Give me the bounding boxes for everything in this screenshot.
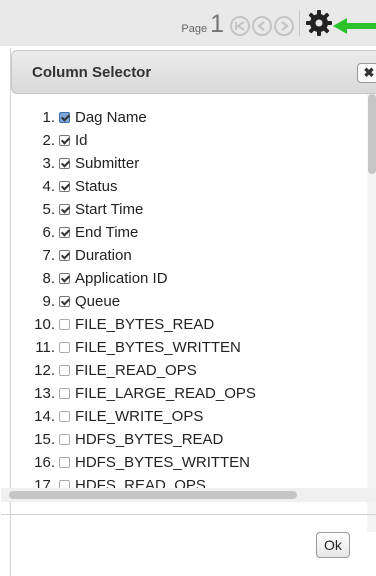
column-option[interactable]: 12. FILE_READ_OPS xyxy=(11,359,366,382)
column-option[interactable]: 10. FILE_BYTES_READ xyxy=(11,313,366,336)
column-label: FILE_WRITE_OPS xyxy=(75,408,204,425)
column-label: Start Time xyxy=(75,201,144,218)
prev-page-icon[interactable] xyxy=(252,16,272,36)
column-number: 7. xyxy=(42,247,55,264)
page-number: 1 xyxy=(210,10,224,38)
column-option[interactable]: 4. Status xyxy=(11,175,366,198)
horizontal-scroll-thumb[interactable] xyxy=(9,491,297,499)
column-number: 8. xyxy=(42,270,55,287)
horizontal-scrollbar[interactable] xyxy=(1,488,376,502)
column-checkbox[interactable] xyxy=(59,135,70,146)
column-number: 14. xyxy=(34,408,55,425)
column-list: 1. Dag Name 2. Id 3. Submitter 4. Status 5. Start… xyxy=(11,102,366,497)
column-checkbox[interactable] xyxy=(59,365,70,376)
gear-icon[interactable] xyxy=(304,8,334,38)
column-checkbox[interactable] xyxy=(59,411,70,422)
column-option[interactable]: 2. Id xyxy=(11,129,366,152)
column-checkbox[interactable] xyxy=(59,181,70,192)
column-label: Submitter xyxy=(75,155,140,172)
next-page-icon[interactable] xyxy=(274,16,294,36)
column-option[interactable]: 11. FILE_BYTES_WRITTEN xyxy=(11,336,366,359)
ok-button[interactable]: Ok xyxy=(316,532,350,558)
pager-bar: Page 1 xyxy=(0,0,376,46)
column-checkbox[interactable] xyxy=(59,227,70,238)
toolbar-divider xyxy=(299,10,300,36)
column-option[interactable]: 13. FILE_LARGE_READ_OPS xyxy=(11,382,366,405)
column-number: 4. xyxy=(42,178,55,195)
column-checkbox[interactable] xyxy=(59,273,70,284)
column-option[interactable]: 14. FILE_WRITE_OPS xyxy=(11,405,366,428)
column-label: Duration xyxy=(75,247,132,264)
column-label: Queue xyxy=(75,293,121,310)
column-option[interactable]: 7. Duration xyxy=(11,244,366,267)
column-number: 1. xyxy=(42,109,55,126)
column-number: 15. xyxy=(34,431,55,448)
close-button[interactable]: ✖ xyxy=(357,63,376,83)
column-option[interactable]: 5. Start Time xyxy=(11,198,366,221)
column-checkbox[interactable] xyxy=(59,112,70,123)
column-checkbox[interactable] xyxy=(59,457,70,468)
vertical-scrollbar[interactable] xyxy=(367,94,376,532)
column-list-viewport[interactable]: 1. Dag Name 2. Id 3. Submitter 4. Status 5. Start… xyxy=(11,102,366,536)
column-checkbox[interactable] xyxy=(59,342,70,353)
column-option[interactable]: 9. Queue xyxy=(11,290,366,313)
column-label: End Time xyxy=(75,224,139,241)
column-checkbox[interactable] xyxy=(59,388,70,399)
page-label: Page xyxy=(181,23,208,35)
column-label: HDFS_BYTES_WRITTEN xyxy=(75,454,251,471)
arrow-icon xyxy=(333,18,376,34)
column-option[interactable]: 8. Application ID xyxy=(11,267,366,290)
dialog-title: Column Selector xyxy=(32,64,152,81)
column-number: 6. xyxy=(42,224,55,241)
footer-divider xyxy=(1,514,376,515)
column-label: HDFS_BYTES_READ xyxy=(75,431,224,448)
column-checkbox[interactable] xyxy=(59,296,70,307)
column-option[interactable]: 16. HDFS_BYTES_WRITTEN xyxy=(11,451,366,474)
column-number: 16. xyxy=(34,454,55,471)
column-number: 2. xyxy=(42,132,55,149)
column-option[interactable]: 3. Submitter xyxy=(11,152,366,175)
first-page-icon[interactable] xyxy=(230,16,250,36)
dialog-header: Column Selector ✖ xyxy=(11,50,376,94)
vertical-scroll-thumb[interactable] xyxy=(368,94,376,174)
column-checkbox[interactable] xyxy=(59,158,70,169)
pager: Page 1 xyxy=(181,10,294,38)
column-label: FILE_READ_OPS xyxy=(75,362,197,379)
column-checkbox[interactable] xyxy=(59,204,70,215)
column-number: 13. xyxy=(34,385,55,402)
column-selector-dialog: Column Selector ✖ 1. Dag Name 2. Id 3. Submit… xyxy=(1,48,376,576)
column-option[interactable]: 6. End Time xyxy=(11,221,366,244)
column-label: FILE_LARGE_READ_OPS xyxy=(75,385,256,402)
column-option[interactable]: 15. HDFS_BYTES_READ xyxy=(11,428,366,451)
column-number: 11. xyxy=(35,339,55,356)
column-label: Dag Name xyxy=(75,109,147,126)
column-number: 10. xyxy=(34,316,55,333)
column-number: 5. xyxy=(42,201,55,218)
column-label: Id xyxy=(75,132,88,149)
column-number: 3. xyxy=(42,155,55,172)
column-label: FILE_BYTES_WRITTEN xyxy=(75,339,241,356)
column-checkbox[interactable] xyxy=(59,250,70,261)
column-number: 12. xyxy=(34,362,55,379)
column-label: Status xyxy=(75,178,118,195)
column-checkbox[interactable] xyxy=(59,319,70,330)
column-option[interactable]: 1. Dag Name xyxy=(11,106,366,129)
column-label: Application ID xyxy=(75,270,168,287)
column-number: 9. xyxy=(42,293,55,310)
column-checkbox[interactable] xyxy=(59,434,70,445)
column-label: FILE_BYTES_READ xyxy=(75,316,215,333)
